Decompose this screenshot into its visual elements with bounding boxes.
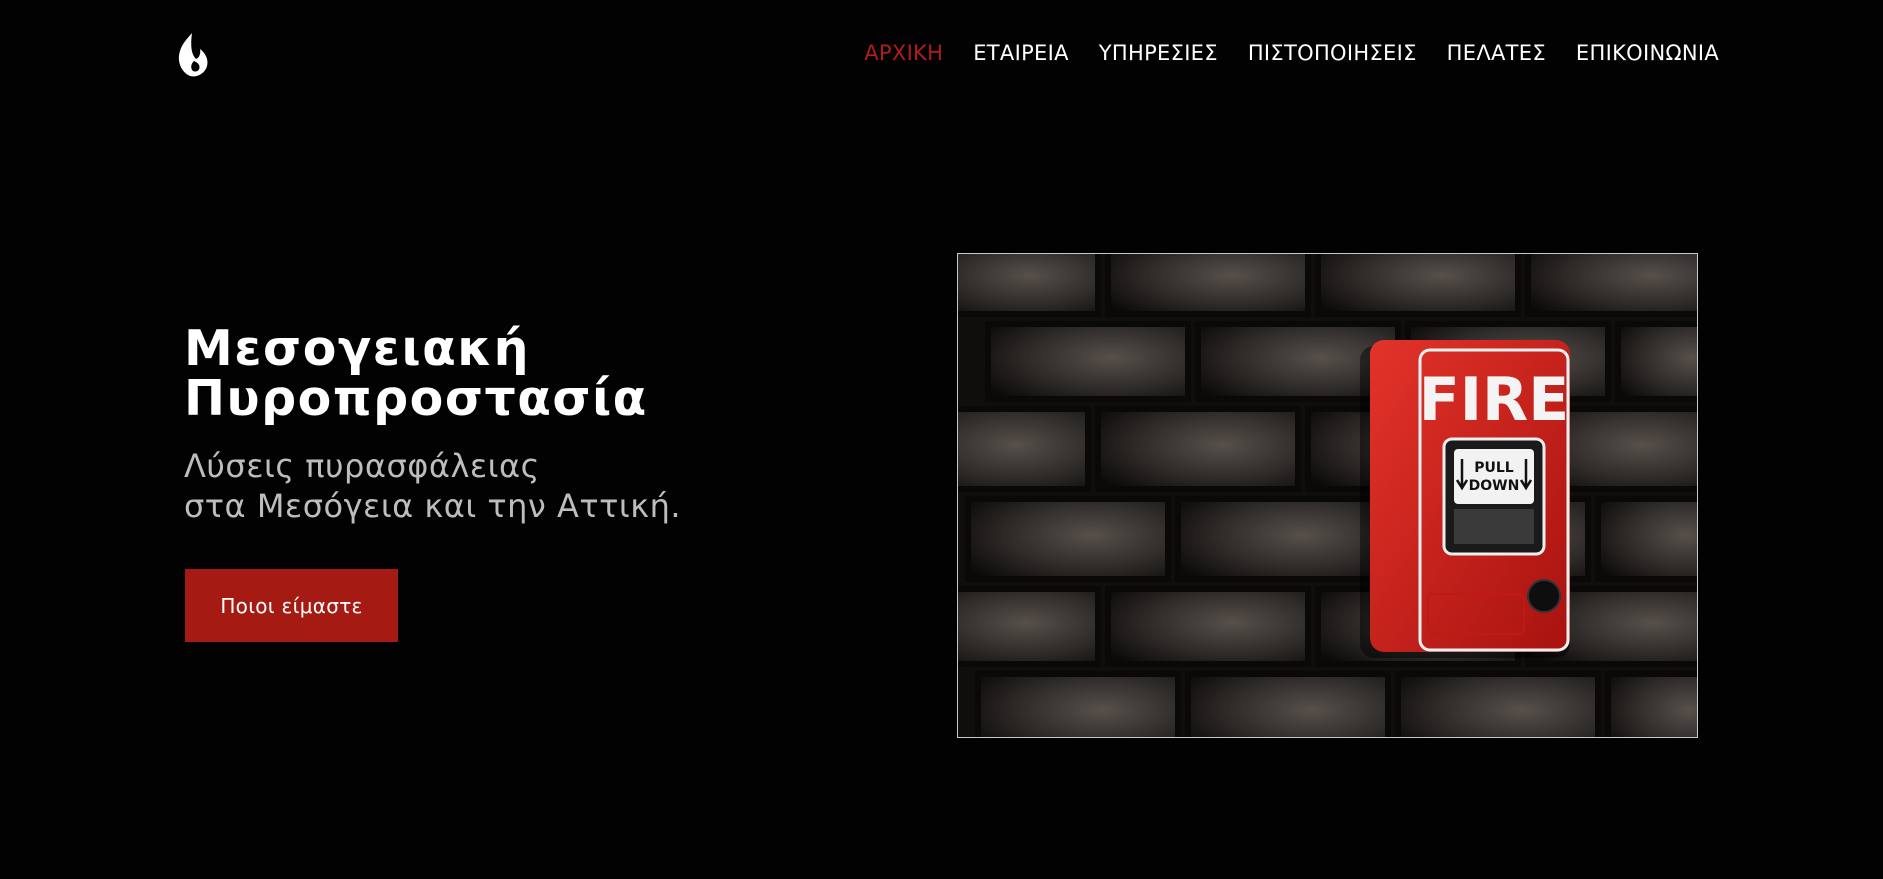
nav-link-home[interactable]: ΑΡΧΙΚΗ: [864, 40, 943, 66]
hero-image: FIRE PULL DOWN: [957, 253, 1698, 738]
nav-link-clients[interactable]: ΠΕΛΑΤΕΣ: [1447, 40, 1546, 66]
pull-label-line1: PULL: [1474, 460, 1514, 476]
pull-label-line2: DOWN: [1469, 478, 1520, 494]
nav-link-services[interactable]: ΥΠΗΡΕΣΙΕΣ: [1099, 40, 1218, 66]
hero-title: Μεσογειακή Πυροπροστασία: [184, 324, 648, 424]
nav-link-certifications[interactable]: ΠΙΣΤΟΠΟΙΗΣΕΙΣ: [1248, 40, 1417, 66]
fire-alarm-photo: FIRE PULL DOWN: [958, 254, 1697, 737]
hero-title-line2: Πυροπροστασία: [184, 370, 648, 427]
page: ΑΡΧΙΚΗ ΕΤΑΙΡΕΙΑ ΥΠΗΡΕΣΙΕΣ ΠΙΣΤΟΠΟΙΗΣΕΙΣ …: [0, 0, 1883, 879]
hero-subtitle-line1: Λύσεις πυρασφάλειας: [184, 447, 540, 485]
hero-subtitle: Λύσεις πυρασφάλειας στα Μεσόγεια και την…: [184, 446, 681, 526]
nav-link-company[interactable]: ΕΤΑΙΡΕΙΑ: [973, 40, 1069, 66]
hero-title-line1: Μεσογειακή: [184, 320, 530, 377]
main-nav: ΑΡΧΙΚΗ ΕΤΑΙΡΕΙΑ ΥΠΗΡΕΣΙΕΣ ΠΙΣΤΟΠΟΙΗΣΕΙΣ …: [834, 40, 1719, 66]
nav-link-contact[interactable]: ΕΠΙΚΟΙΝΩΝΙΑ: [1576, 40, 1719, 66]
about-us-button[interactable]: Ποιοι είμαστε: [185, 569, 398, 642]
fire-alarm: FIRE PULL DOWN: [1360, 340, 1570, 658]
flame-icon[interactable]: [176, 33, 208, 77]
alarm-label: FIRE: [1419, 365, 1570, 435]
hero-subtitle-line2: στα Μεσόγεια και την Αττική.: [184, 487, 682, 525]
